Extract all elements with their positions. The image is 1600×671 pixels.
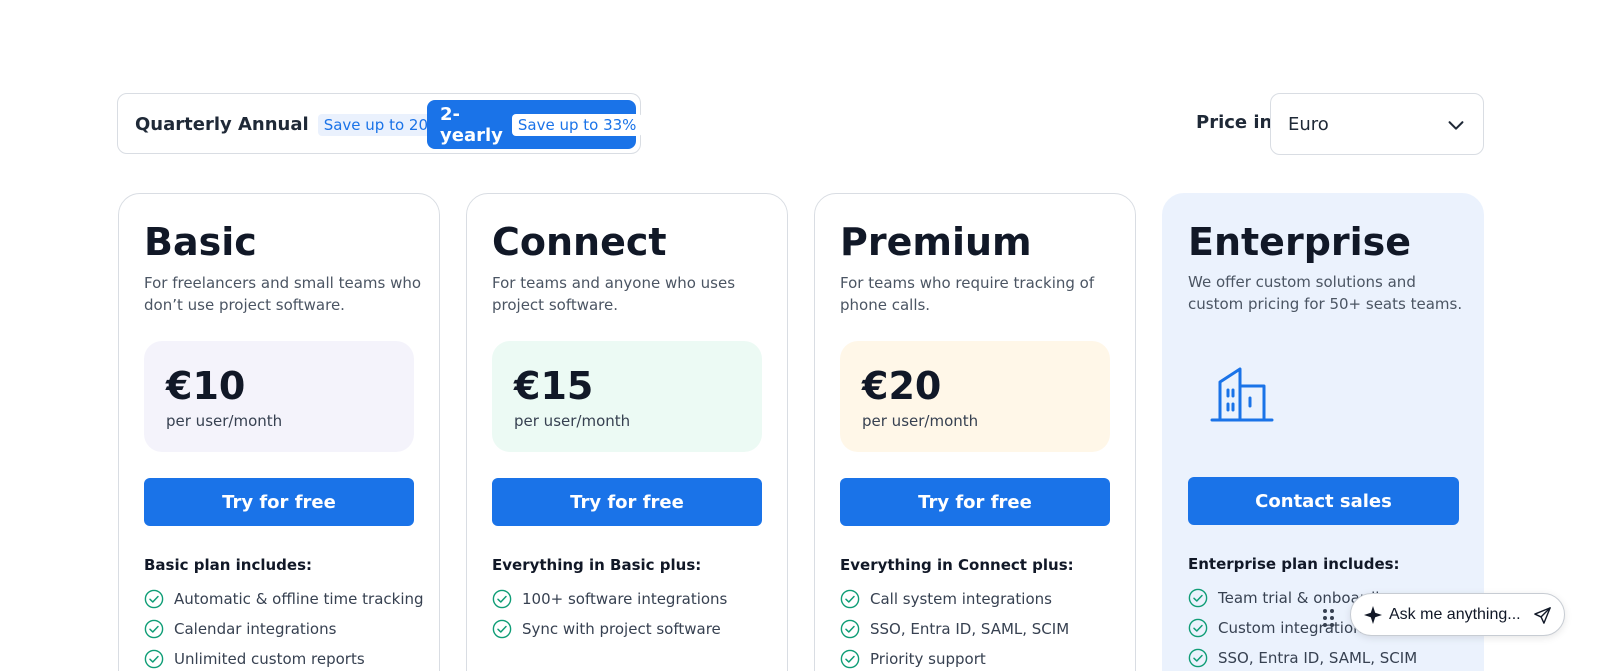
- plan-includes-title: Everything in Basic plus:: [492, 556, 702, 574]
- contact-sales-button[interactable]: Contact sales: [1188, 477, 1459, 525]
- plan-includes-title: Enterprise plan includes:: [1188, 555, 1400, 573]
- plan-name: Connect: [492, 220, 667, 264]
- feature-text: Calendar integrations: [174, 620, 337, 638]
- currency-selected-value: Euro: [1288, 113, 1329, 135]
- feature-text: 100+ software integrations: [522, 590, 728, 608]
- savings-badge: Save up to 33%: [511, 113, 643, 136]
- billing-option-label: Annual: [238, 114, 309, 135]
- ask-assistant-input[interactable]: Ask me anything...: [1350, 593, 1565, 636]
- billing-option-label: Quarterly: [135, 114, 232, 135]
- billing-option-2-yearly[interactable]: 2-yearly Save up to 33%: [427, 100, 643, 149]
- plan-price: €10: [166, 364, 246, 408]
- price-period: per user/month: [166, 412, 283, 430]
- sparkle-icon: [1364, 606, 1382, 624]
- check-circle-icon: [840, 589, 860, 609]
- feature-text: SSO, Entra ID, SAML, SCIM: [1218, 649, 1418, 667]
- plan-description: For teams and anyone who uses project so…: [492, 274, 736, 314]
- check-circle-icon: [144, 649, 164, 669]
- currency-select[interactable]: Euro: [1270, 93, 1484, 155]
- currency-label: Price in: [1196, 112, 1273, 133]
- billing-period-toggle: Quarterly Annual Save up to 20% 2-yearly…: [117, 93, 643, 154]
- feature-list: Automatic & offline time tracking Calend…: [144, 584, 424, 671]
- feature-item: Unlimited custom reports: [144, 644, 424, 671]
- feature-item: Automatic & offline time tracking: [144, 584, 424, 614]
- billing-option-annual[interactable]: Annual Save up to 20%: [238, 100, 449, 149]
- building-icon: [1210, 367, 1274, 422]
- check-circle-icon: [840, 649, 860, 669]
- plan-name: Enterprise: [1188, 220, 1412, 264]
- send-icon[interactable]: [1533, 606, 1552, 625]
- check-circle-icon: [1188, 648, 1208, 668]
- plan-includes-title: Basic plan includes:: [144, 556, 313, 574]
- plan-card-connect: Connect For teams and anyone who uses pr…: [466, 193, 788, 671]
- check-circle-icon: [492, 589, 512, 609]
- plan-name: Premium: [840, 220, 1032, 264]
- feature-item: Sync with project software: [492, 614, 727, 644]
- feature-text: Sync with project software: [522, 620, 721, 638]
- feature-item: 100+ software integrations: [492, 584, 727, 614]
- plan-includes-title: Everything in Connect plus:: [840, 556, 1074, 574]
- plan-card-basic: Basic For freelancers and small teams wh…: [118, 193, 440, 671]
- chevron-down-icon: [1448, 121, 1464, 130]
- try-for-free-button[interactable]: Try for free: [144, 478, 414, 526]
- plan-description: For freelancers and small teams who don’…: [144, 274, 422, 314]
- check-circle-icon: [1188, 588, 1208, 608]
- chat-placeholder: Ask me anything...: [1389, 606, 1521, 623]
- drag-handle-icon[interactable]: [1322, 608, 1336, 628]
- price-period: per user/month: [514, 412, 631, 430]
- pricing-page: Quarterly Annual Save up to 20% 2-yearly…: [0, 0, 1600, 671]
- check-circle-icon: [840, 619, 860, 639]
- plan-price: €15: [514, 364, 594, 408]
- plan-name: Basic: [144, 220, 257, 264]
- feature-item: SSO, Entra ID, SAML, SCIM: [840, 614, 1069, 644]
- price-box: €20 per user/month: [840, 341, 1110, 452]
- feature-item: SSO, Entra ID, SAML, SCIM: [1188, 643, 1417, 671]
- plan-price: €20: [862, 364, 942, 408]
- feature-text: Unlimited custom reports: [174, 650, 365, 668]
- feature-item: Call system integrations: [840, 584, 1069, 614]
- feature-item: Calendar integrations: [144, 614, 424, 644]
- check-circle-icon: [144, 589, 164, 609]
- price-box: €10 per user/month: [144, 341, 414, 452]
- try-for-free-button[interactable]: Try for free: [840, 478, 1110, 526]
- try-for-free-button[interactable]: Try for free: [492, 478, 762, 526]
- price-box: €15 per user/month: [492, 341, 762, 452]
- price-period: per user/month: [862, 412, 979, 430]
- feature-text: Call system integrations: [870, 590, 1052, 608]
- billing-option-label: 2-yearly: [440, 103, 503, 146]
- check-circle-icon: [492, 619, 512, 639]
- check-circle-icon: [1188, 618, 1208, 638]
- feature-item: Priority support: [840, 644, 1069, 671]
- plan-description: We offer custom solutions and custom pri…: [1188, 273, 1463, 313]
- feature-list: 100+ software integrations Sync with pro…: [492, 584, 727, 644]
- feature-text: Priority support: [870, 650, 986, 668]
- billing-option-quarterly[interactable]: Quarterly: [135, 100, 232, 149]
- feature-text: Custom integrations: [1218, 619, 1371, 637]
- plan-description: For teams who require tracking of phone …: [840, 274, 1095, 314]
- feature-text: SSO, Entra ID, SAML, SCIM: [870, 620, 1070, 638]
- check-circle-icon: [144, 619, 164, 639]
- feature-list: Call system integrations SSO, Entra ID, …: [840, 584, 1069, 671]
- feature-text: Automatic & offline time tracking: [174, 590, 424, 608]
- plan-card-premium: Premium For teams who require tracking o…: [814, 193, 1136, 671]
